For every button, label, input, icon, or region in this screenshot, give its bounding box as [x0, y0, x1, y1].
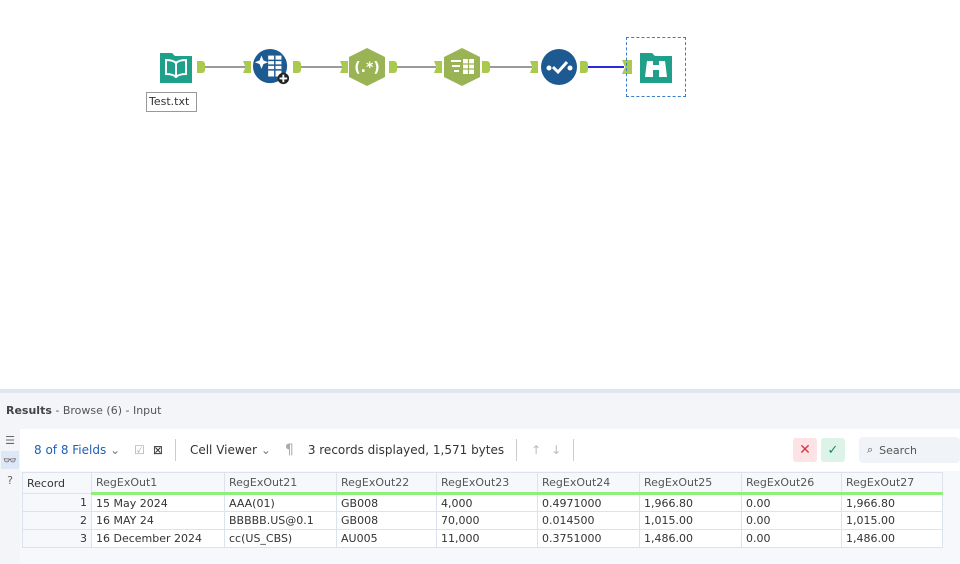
table-row: 1 15 May 2024 AAA(01) GB008 4,000 0.4971… — [22, 493, 943, 512]
list-icon[interactable]: ☰ — [1, 431, 19, 449]
cell[interactable]: BBBBB.US@0.1 — [224, 511, 337, 530]
results-title: Results — [6, 404, 52, 417]
check-icon: ✓ — [827, 442, 839, 458]
cell[interactable]: 4,000 — [436, 493, 538, 512]
select-all-icon[interactable]: ☑ — [134, 443, 145, 457]
cell[interactable]: 16 December 2024 — [91, 529, 225, 548]
text-to-columns-tool[interactable] — [443, 48, 481, 86]
divider — [516, 439, 518, 461]
cell[interactable]: 1,015.00 — [639, 511, 742, 530]
cell[interactable]: cc(US_CBS) — [224, 529, 337, 548]
cell[interactable]: 1,966.80 — [639, 493, 742, 512]
output-anchor[interactable] — [482, 61, 490, 73]
cell[interactable]: 0.014500 — [537, 511, 640, 530]
cell-viewer-dropdown[interactable]: Cell Viewer ⌄ — [190, 443, 271, 457]
cell[interactable]: GB008 — [336, 511, 437, 530]
results-toolbar: 8 of 8 Fields ⌄ ☑ ⊠ Cell Viewer ⌄ ¶ 3 re… — [20, 429, 960, 471]
cell[interactable]: AU005 — [336, 529, 437, 548]
column-header[interactable]: RegExOut21 — [224, 472, 337, 495]
column-header[interactable]: RegExOut1 — [91, 472, 225, 495]
cell[interactable]: AAA(01) — [224, 493, 337, 512]
column-header[interactable]: RegExOut24 — [537, 472, 640, 495]
results-grid: Record RegExOut1 RegExOut21 RegExOut22 R… — [20, 471, 960, 564]
cell[interactable]: 1,486.00 — [841, 529, 943, 548]
results-sidebar: ☰ 👓 ? — [0, 429, 20, 564]
workflow-canvas[interactable]: (.*) Test.txt — [0, 0, 960, 390]
auto-field-tool[interactable] — [540, 48, 578, 86]
cell[interactable]: 11,000 — [436, 529, 538, 548]
cell[interactable]: 70,000 — [436, 511, 538, 530]
output-anchor[interactable] — [197, 61, 205, 73]
browse-tool[interactable] — [637, 48, 675, 86]
results-subtitle: - Browse (6) - Input — [51, 404, 162, 417]
cell[interactable]: 1,486.00 — [639, 529, 742, 548]
cell[interactable]: 0.00 — [741, 511, 842, 530]
arrow-down-icon[interactable]: ↓ — [551, 443, 561, 457]
binoculars-icon — [640, 53, 672, 83]
cell[interactable]: 1,966.80 — [841, 493, 943, 512]
close-icon: ✕ — [799, 442, 811, 458]
record-number[interactable]: 3 — [22, 529, 92, 548]
search-input[interactable]: ⌕ Search — [859, 437, 960, 463]
connection-selected — [586, 66, 624, 68]
record-status: 3 records displayed, 1,571 bytes — [307, 443, 505, 457]
record-number[interactable]: 1 — [22, 493, 92, 512]
regex-icon: (.*) — [349, 48, 385, 86]
column-header[interactable]: Record — [22, 472, 92, 494]
output-anchor[interactable] — [293, 61, 301, 73]
chevron-down-icon: ⌄ — [260, 443, 271, 457]
fields-label: 8 of 8 Fields — [34, 443, 107, 457]
check-icon — [541, 49, 577, 85]
book-icon — [160, 53, 192, 83]
connection — [300, 66, 344, 68]
text-columns-icon — [444, 48, 480, 86]
table-row: 2 16 MAY 24 BBBBB.US@0.1 GB008 70,000 0.… — [22, 511, 943, 530]
input-data-tool[interactable] — [157, 48, 195, 86]
divider — [573, 439, 575, 461]
chevron-down-icon: ⌄ — [110, 443, 121, 457]
arrow-up-icon[interactable]: ↑ — [531, 443, 541, 457]
cell[interactable]: 0.00 — [741, 493, 842, 512]
cell-viewer-label: Cell Viewer — [189, 443, 257, 457]
cell[interactable]: 1,015.00 — [841, 511, 943, 530]
deselect-icon[interactable]: ⊠ — [153, 443, 163, 457]
tool-annotation: Test.txt — [146, 92, 197, 112]
connection — [488, 66, 532, 68]
clear-button[interactable]: ✕ — [793, 438, 817, 462]
cleanse-icon — [252, 48, 290, 85]
column-header[interactable]: RegExOut26 — [741, 472, 842, 495]
cell[interactable]: 0.4971000 — [537, 493, 640, 512]
output-anchor[interactable] — [389, 61, 397, 73]
regex-tool[interactable]: (.*) — [348, 48, 386, 86]
column-header[interactable]: RegExOut25 — [639, 472, 742, 495]
help-icon[interactable]: ? — [1, 471, 19, 489]
divider — [174, 439, 176, 461]
cell[interactable]: 16 MAY 24 — [91, 511, 225, 530]
cell[interactable]: 0.00 — [741, 529, 842, 548]
fields-dropdown[interactable]: 8 of 8 Fields ⌄ — [34, 443, 120, 457]
table-row: 3 16 December 2024 cc(US_CBS) AU005 11,0… — [22, 529, 943, 548]
cell[interactable]: GB008 — [336, 493, 437, 512]
apply-button[interactable]: ✓ — [821, 438, 845, 462]
connection — [397, 66, 436, 68]
pilcrow-icon[interactable]: ¶ — [285, 442, 294, 458]
search-placeholder: Search — [879, 443, 917, 457]
header-row: Record RegExOut1 RegExOut21 RegExOut22 R… — [22, 472, 943, 495]
binoculars-icon[interactable]: 👓 — [1, 451, 19, 469]
results-table: Record RegExOut1 RegExOut21 RegExOut22 R… — [22, 472, 943, 548]
cell[interactable]: 15 May 2024 — [91, 493, 225, 512]
regex-glyph: (.*) — [354, 60, 379, 76]
column-header[interactable]: RegExOut22 — [336, 472, 437, 495]
record-number[interactable]: 2 — [22, 511, 92, 530]
output-anchor[interactable] — [580, 61, 588, 73]
results-header: Results - Browse (6) - Input — [0, 393, 960, 429]
cell[interactable]: 0.3751000 — [537, 529, 640, 548]
search-icon: ⌕ — [867, 443, 874, 456]
data-cleansing-tool[interactable] — [252, 48, 290, 86]
column-header[interactable]: RegExOut27 — [841, 472, 943, 495]
column-header[interactable]: RegExOut23 — [436, 472, 538, 495]
connection — [203, 66, 248, 68]
